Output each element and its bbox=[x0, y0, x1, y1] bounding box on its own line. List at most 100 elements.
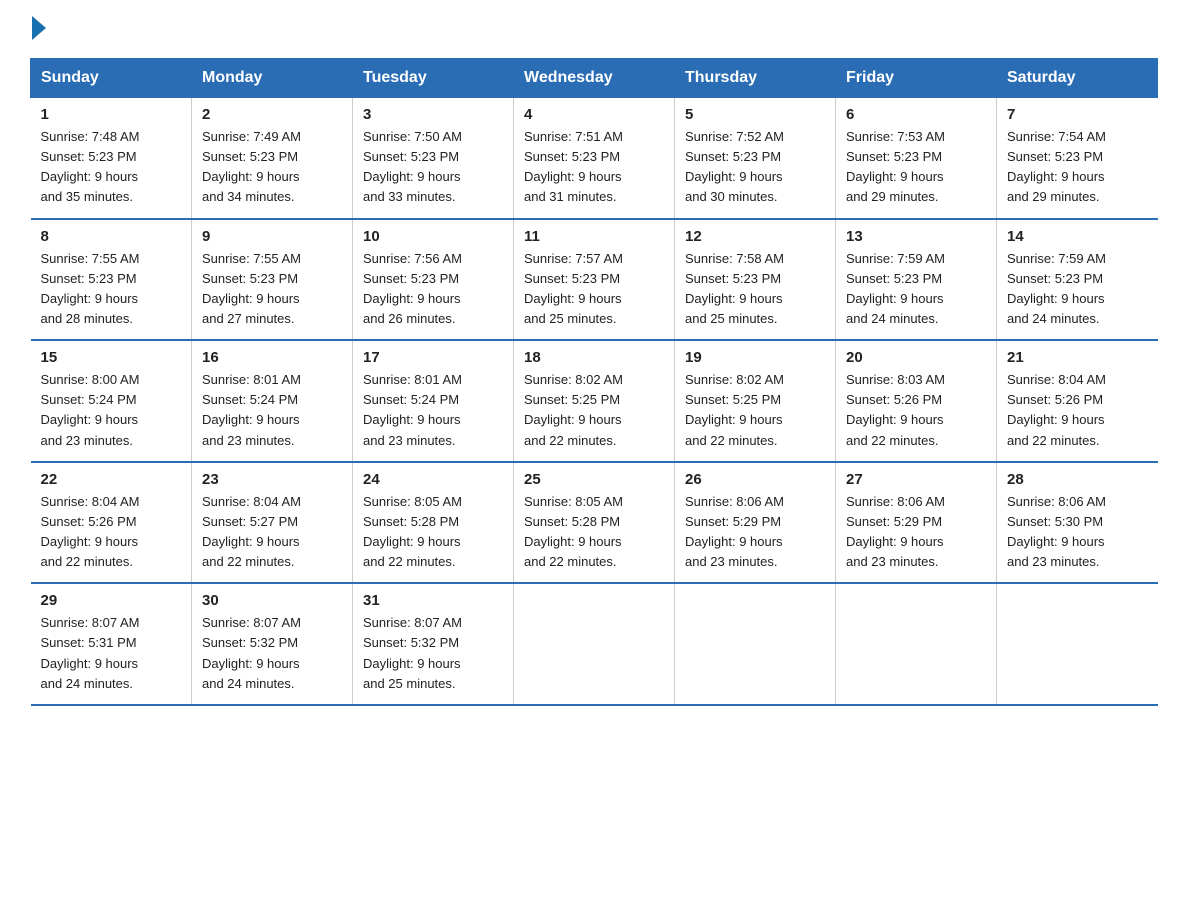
day-info: Sunrise: 8:02 AMSunset: 5:25 PMDaylight:… bbox=[685, 372, 784, 447]
day-info: Sunrise: 7:59 AMSunset: 5:23 PMDaylight:… bbox=[846, 251, 945, 326]
day-info: Sunrise: 7:53 AMSunset: 5:23 PMDaylight:… bbox=[846, 129, 945, 204]
day-number: 9 bbox=[202, 228, 342, 245]
day-number: 15 bbox=[41, 349, 182, 366]
day-info: Sunrise: 7:50 AMSunset: 5:23 PMDaylight:… bbox=[363, 129, 462, 204]
day-cell-28: 28 Sunrise: 8:06 AMSunset: 5:30 PMDaylig… bbox=[997, 462, 1158, 584]
day-info: Sunrise: 8:02 AMSunset: 5:25 PMDaylight:… bbox=[524, 372, 623, 447]
day-info: Sunrise: 8:04 AMSunset: 5:26 PMDaylight:… bbox=[41, 494, 140, 569]
day-number: 21 bbox=[1007, 349, 1148, 366]
day-number: 5 bbox=[685, 106, 825, 123]
day-cell-10: 10 Sunrise: 7:56 AMSunset: 5:23 PMDaylig… bbox=[353, 219, 514, 341]
day-cell-30: 30 Sunrise: 8:07 AMSunset: 5:32 PMDaylig… bbox=[192, 583, 353, 705]
col-header-sunday: Sunday bbox=[31, 59, 192, 98]
day-number: 25 bbox=[524, 471, 664, 488]
day-cell-22: 22 Sunrise: 8:04 AMSunset: 5:26 PMDaylig… bbox=[31, 462, 192, 584]
logo bbox=[30, 20, 46, 40]
day-info: Sunrise: 7:52 AMSunset: 5:23 PMDaylight:… bbox=[685, 129, 784, 204]
day-cell-16: 16 Sunrise: 8:01 AMSunset: 5:24 PMDaylig… bbox=[192, 340, 353, 462]
day-cell-26: 26 Sunrise: 8:06 AMSunset: 5:29 PMDaylig… bbox=[675, 462, 836, 584]
day-cell-25: 25 Sunrise: 8:05 AMSunset: 5:28 PMDaylig… bbox=[514, 462, 675, 584]
day-number: 12 bbox=[685, 228, 825, 245]
day-info: Sunrise: 8:07 AMSunset: 5:32 PMDaylight:… bbox=[363, 615, 462, 690]
day-info: Sunrise: 7:55 AMSunset: 5:23 PMDaylight:… bbox=[202, 251, 301, 326]
day-info: Sunrise: 8:01 AMSunset: 5:24 PMDaylight:… bbox=[202, 372, 301, 447]
day-info: Sunrise: 8:06 AMSunset: 5:30 PMDaylight:… bbox=[1007, 494, 1106, 569]
day-info: Sunrise: 7:59 AMSunset: 5:23 PMDaylight:… bbox=[1007, 251, 1106, 326]
day-cell-2: 2 Sunrise: 7:49 AMSunset: 5:23 PMDayligh… bbox=[192, 98, 353, 219]
day-cell-17: 17 Sunrise: 8:01 AMSunset: 5:24 PMDaylig… bbox=[353, 340, 514, 462]
day-number: 8 bbox=[41, 228, 182, 245]
day-cell-27: 27 Sunrise: 8:06 AMSunset: 5:29 PMDaylig… bbox=[836, 462, 997, 584]
day-cell-3: 3 Sunrise: 7:50 AMSunset: 5:23 PMDayligh… bbox=[353, 98, 514, 219]
day-cell-13: 13 Sunrise: 7:59 AMSunset: 5:23 PMDaylig… bbox=[836, 219, 997, 341]
day-cell-6: 6 Sunrise: 7:53 AMSunset: 5:23 PMDayligh… bbox=[836, 98, 997, 219]
day-cell-19: 19 Sunrise: 8:02 AMSunset: 5:25 PMDaylig… bbox=[675, 340, 836, 462]
day-info: Sunrise: 8:04 AMSunset: 5:26 PMDaylight:… bbox=[1007, 372, 1106, 447]
day-info: Sunrise: 8:03 AMSunset: 5:26 PMDaylight:… bbox=[846, 372, 945, 447]
day-number: 29 bbox=[41, 592, 182, 609]
day-number: 13 bbox=[846, 228, 986, 245]
day-number: 6 bbox=[846, 106, 986, 123]
day-cell-29: 29 Sunrise: 8:07 AMSunset: 5:31 PMDaylig… bbox=[31, 583, 192, 705]
col-header-friday: Friday bbox=[836, 59, 997, 98]
week-row-1: 1 Sunrise: 7:48 AMSunset: 5:23 PMDayligh… bbox=[31, 98, 1158, 219]
day-info: Sunrise: 8:05 AMSunset: 5:28 PMDaylight:… bbox=[524, 494, 623, 569]
day-number: 16 bbox=[202, 349, 342, 366]
week-row-2: 8 Sunrise: 7:55 AMSunset: 5:23 PMDayligh… bbox=[31, 219, 1158, 341]
day-number: 4 bbox=[524, 106, 664, 123]
col-header-wednesday: Wednesday bbox=[514, 59, 675, 98]
day-number: 24 bbox=[363, 471, 503, 488]
day-cell-12: 12 Sunrise: 7:58 AMSunset: 5:23 PMDaylig… bbox=[675, 219, 836, 341]
logo-arrow-icon bbox=[32, 16, 46, 40]
day-cell-14: 14 Sunrise: 7:59 AMSunset: 5:23 PMDaylig… bbox=[997, 219, 1158, 341]
empty-cell bbox=[997, 583, 1158, 705]
day-number: 2 bbox=[202, 106, 342, 123]
day-number: 20 bbox=[846, 349, 986, 366]
day-cell-1: 1 Sunrise: 7:48 AMSunset: 5:23 PMDayligh… bbox=[31, 98, 192, 219]
col-header-thursday: Thursday bbox=[675, 59, 836, 98]
day-cell-8: 8 Sunrise: 7:55 AMSunset: 5:23 PMDayligh… bbox=[31, 219, 192, 341]
day-cell-20: 20 Sunrise: 8:03 AMSunset: 5:26 PMDaylig… bbox=[836, 340, 997, 462]
day-number: 30 bbox=[202, 592, 342, 609]
day-number: 18 bbox=[524, 349, 664, 366]
page-header bbox=[30, 20, 1158, 40]
day-info: Sunrise: 8:06 AMSunset: 5:29 PMDaylight:… bbox=[846, 494, 945, 569]
calendar-table: SundayMondayTuesdayWednesdayThursdayFrid… bbox=[30, 58, 1158, 706]
day-number: 14 bbox=[1007, 228, 1148, 245]
day-cell-11: 11 Sunrise: 7:57 AMSunset: 5:23 PMDaylig… bbox=[514, 219, 675, 341]
col-header-tuesday: Tuesday bbox=[353, 59, 514, 98]
day-cell-21: 21 Sunrise: 8:04 AMSunset: 5:26 PMDaylig… bbox=[997, 340, 1158, 462]
day-info: Sunrise: 8:04 AMSunset: 5:27 PMDaylight:… bbox=[202, 494, 301, 569]
day-info: Sunrise: 7:58 AMSunset: 5:23 PMDaylight:… bbox=[685, 251, 784, 326]
day-number: 1 bbox=[41, 106, 182, 123]
col-header-monday: Monday bbox=[192, 59, 353, 98]
day-info: Sunrise: 8:00 AMSunset: 5:24 PMDaylight:… bbox=[41, 372, 140, 447]
day-number: 27 bbox=[846, 471, 986, 488]
col-header-saturday: Saturday bbox=[997, 59, 1158, 98]
day-number: 23 bbox=[202, 471, 342, 488]
day-number: 3 bbox=[363, 106, 503, 123]
day-number: 26 bbox=[685, 471, 825, 488]
day-cell-15: 15 Sunrise: 8:00 AMSunset: 5:24 PMDaylig… bbox=[31, 340, 192, 462]
day-cell-9: 9 Sunrise: 7:55 AMSunset: 5:23 PMDayligh… bbox=[192, 219, 353, 341]
day-info: Sunrise: 8:01 AMSunset: 5:24 PMDaylight:… bbox=[363, 372, 462, 447]
day-info: Sunrise: 7:57 AMSunset: 5:23 PMDaylight:… bbox=[524, 251, 623, 326]
day-info: Sunrise: 8:07 AMSunset: 5:31 PMDaylight:… bbox=[41, 615, 140, 690]
day-info: Sunrise: 8:06 AMSunset: 5:29 PMDaylight:… bbox=[685, 494, 784, 569]
day-number: 19 bbox=[685, 349, 825, 366]
day-number: 11 bbox=[524, 228, 664, 245]
empty-cell bbox=[514, 583, 675, 705]
empty-cell bbox=[836, 583, 997, 705]
day-info: Sunrise: 8:07 AMSunset: 5:32 PMDaylight:… bbox=[202, 615, 301, 690]
day-info: Sunrise: 7:54 AMSunset: 5:23 PMDaylight:… bbox=[1007, 129, 1106, 204]
day-info: Sunrise: 7:56 AMSunset: 5:23 PMDaylight:… bbox=[363, 251, 462, 326]
week-row-5: 29 Sunrise: 8:07 AMSunset: 5:31 PMDaylig… bbox=[31, 583, 1158, 705]
day-cell-23: 23 Sunrise: 8:04 AMSunset: 5:27 PMDaylig… bbox=[192, 462, 353, 584]
empty-cell bbox=[675, 583, 836, 705]
day-number: 22 bbox=[41, 471, 182, 488]
week-row-4: 22 Sunrise: 8:04 AMSunset: 5:26 PMDaylig… bbox=[31, 462, 1158, 584]
day-number: 28 bbox=[1007, 471, 1148, 488]
day-cell-7: 7 Sunrise: 7:54 AMSunset: 5:23 PMDayligh… bbox=[997, 98, 1158, 219]
day-info: Sunrise: 7:49 AMSunset: 5:23 PMDaylight:… bbox=[202, 129, 301, 204]
day-number: 7 bbox=[1007, 106, 1148, 123]
